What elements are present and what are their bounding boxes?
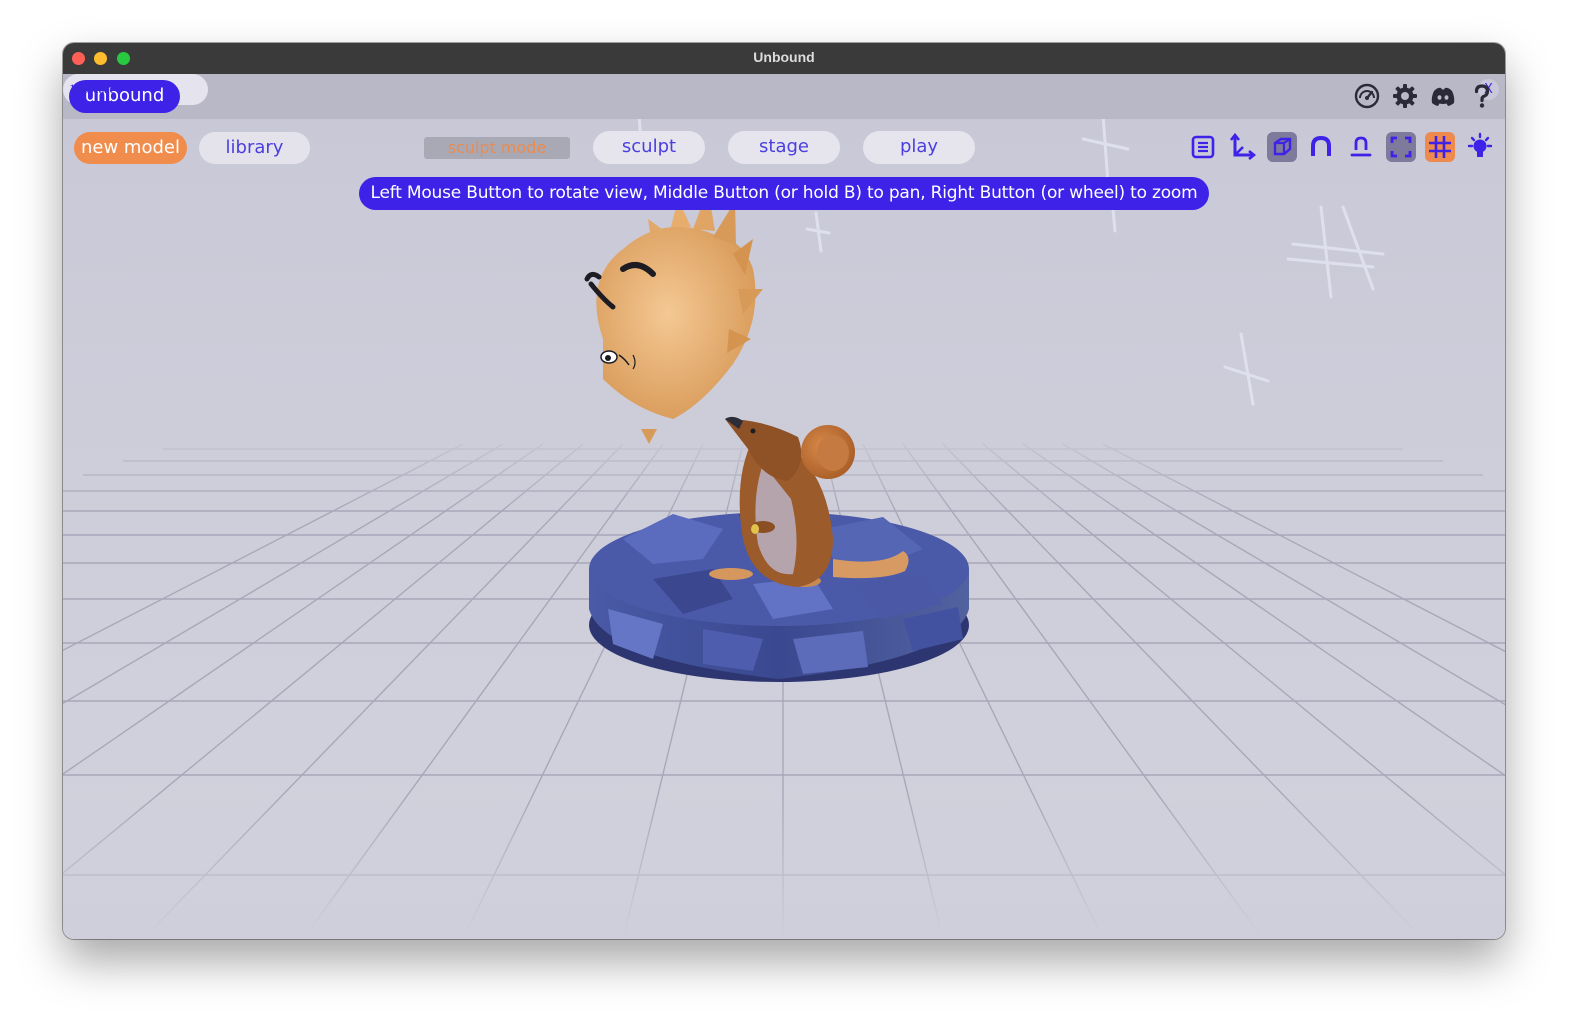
settings-gear-icon[interactable] [1391,82,1419,110]
app-window: Unbound unbound 103-case X new model lib… [63,43,1505,939]
performance-gauge-icon[interactable] [1353,82,1381,110]
frame-view-icon[interactable] [1386,132,1416,162]
title-bar: Unbound [63,43,1505,75]
mode-indicator: sculpt mode [424,137,570,159]
mirror-symmetry-icon[interactable] [1346,132,1376,162]
window-title: Unbound [753,49,815,65]
3d-viewport[interactable]: new model library sculpt mode sculpt sta… [63,119,1505,939]
grid-icon[interactable] [1425,132,1455,162]
top-bar: unbound 103-case X [63,74,1505,119]
xray-box-icon[interactable] [1267,132,1297,162]
axis-gizmo-icon[interactable] [1227,132,1257,162]
scene-canvas[interactable] [63,119,1505,939]
new-model-button[interactable]: new model [74,132,187,164]
discord-icon[interactable] [1429,82,1457,110]
magnet-icon[interactable] [1306,132,1336,162]
tab-stage[interactable]: stage [728,131,840,164]
outline-list-icon[interactable] [1188,132,1218,162]
help-icon[interactable] [1468,82,1496,110]
floating-head-model[interactable] [584,189,763,444]
tab-play[interactable]: play [863,131,975,164]
library-button[interactable]: library [199,132,310,164]
file-tab-name: 103-case [69,81,116,96]
tab-sculpt[interactable]: sculpt [593,131,705,164]
controls-hint-banner: Left Mouse Button to rotate view, Middle… [359,177,1209,210]
light-bulb-icon[interactable] [1465,132,1495,162]
